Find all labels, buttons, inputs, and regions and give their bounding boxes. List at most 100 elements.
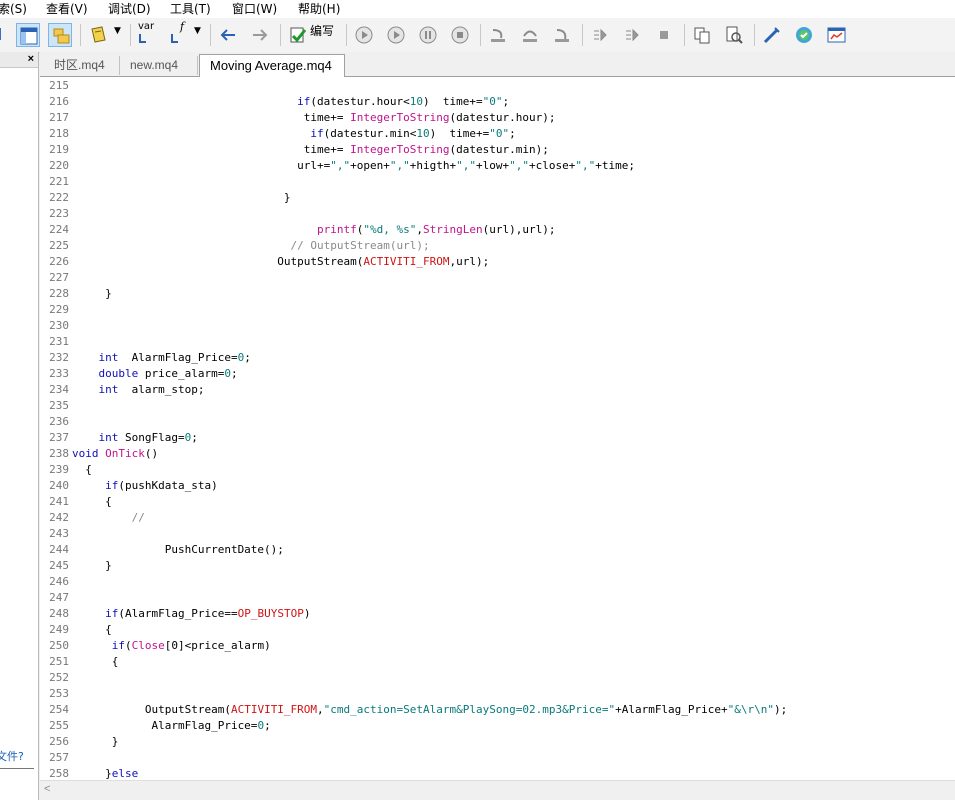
- code-line[interactable]: 257: [40, 750, 955, 766]
- forward-arrow-icon[interactable]: [248, 23, 272, 47]
- code-line[interactable]: 215: [40, 78, 955, 94]
- code-line[interactable]: 238 void OnTick(): [40, 446, 955, 462]
- menu-view[interactable]: 查看(V): [46, 1, 88, 17]
- tab-new[interactable]: new.mq4: [120, 56, 198, 75]
- step-over-icon[interactable]: [518, 23, 542, 47]
- menu-search[interactable]: 索(S): [0, 1, 27, 17]
- code-line[interactable]: 239 {: [40, 462, 955, 478]
- code-line[interactable]: 228 }: [40, 286, 955, 302]
- code-line[interactable]: 237 int SongFlag=0;: [40, 430, 955, 446]
- debug-stop-icon[interactable]: [448, 23, 472, 47]
- code-line[interactable]: 253: [40, 686, 955, 702]
- close-icon[interactable]: ×: [28, 52, 34, 66]
- code-line[interactable]: 236: [40, 414, 955, 430]
- code-line[interactable]: 249 {: [40, 622, 955, 638]
- code-line[interactable]: 255 AlarmFlag_Price=0;: [40, 718, 955, 734]
- copy-icon[interactable]: [690, 23, 714, 47]
- partial-icon[interactable]: [0, 23, 4, 47]
- compile-button-label[interactable]: 编写: [310, 24, 334, 38]
- dropdown-arrow-icon[interactable]: ▼: [114, 24, 121, 38]
- code-line[interactable]: 246: [40, 574, 955, 590]
- code-line[interactable]: 218 if(datestur.min<10) time+="0";: [40, 126, 955, 142]
- code-line[interactable]: 243: [40, 526, 955, 542]
- menu-tools[interactable]: 工具(T): [170, 1, 211, 17]
- insert-variable-icon[interactable]: var: [134, 21, 158, 47]
- tab-timezone[interactable]: 时区.mq4: [44, 56, 120, 75]
- toolbox-toggle-icon[interactable]: [48, 23, 72, 47]
- code-line[interactable]: 258 }else: [40, 766, 955, 780]
- function-dropdown-arrow-icon[interactable]: ▼: [194, 24, 201, 38]
- code-line[interactable]: 227: [40, 270, 955, 286]
- code-line[interactable]: 247: [40, 590, 955, 606]
- code-line[interactable]: 251 {: [40, 654, 955, 670]
- shield-check-icon[interactable]: [792, 23, 816, 47]
- scroll-left-icon[interactable]: <: [44, 781, 50, 797]
- code-token: url+=: [72, 159, 331, 172]
- code-token: int: [98, 431, 119, 444]
- profile-stop-icon[interactable]: [652, 23, 676, 47]
- code-line[interactable]: 248 if(AlarmFlag_Price==OP_BUYSTOP): [40, 606, 955, 622]
- code-line[interactable]: 244 PushCurrentDate();: [40, 542, 955, 558]
- code-line[interactable]: 221: [40, 174, 955, 190]
- code-token: }: [72, 191, 291, 204]
- compile-icon[interactable]: [286, 23, 310, 47]
- menu-help[interactable]: 帮助(H): [298, 1, 340, 17]
- debug-start-real-icon[interactable]: [352, 23, 376, 47]
- code-line[interactable]: 232 int AlarmFlag_Price=0;: [40, 350, 955, 366]
- code-line[interactable]: 216 if(datestur.hour<10) time+="0";: [40, 94, 955, 110]
- navigator-toggle-icon[interactable]: [16, 23, 40, 47]
- code-line[interactable]: 224 printf("%d, %s",StringLen(url),url);: [40, 222, 955, 238]
- insert-function-icon[interactable]: f: [166, 20, 190, 47]
- back-arrow-icon[interactable]: [216, 23, 240, 47]
- code-line[interactable]: 230: [40, 318, 955, 334]
- code-line[interactable]: 240 if(pushKdata_sta): [40, 478, 955, 494]
- code-line[interactable]: 219 time+= IntegerToString(datestur.min)…: [40, 142, 955, 158]
- step-out-icon[interactable]: [550, 23, 574, 47]
- code-line[interactable]: 254 OutputStream(ACTIVITI_FROM,"cmd_acti…: [40, 702, 955, 718]
- code-line[interactable]: 225 // OutputStream(url);: [40, 238, 955, 254]
- code-line[interactable]: 241 {: [40, 494, 955, 510]
- debug-pause-icon[interactable]: [416, 23, 440, 47]
- code-line[interactable]: 222 }: [40, 190, 955, 206]
- line-number: 237: [49, 431, 69, 444]
- line-number: 248: [49, 607, 69, 620]
- debug-start-history-icon[interactable]: [384, 23, 408, 47]
- code-line[interactable]: 250 if(Close[0]<price_alarm): [40, 638, 955, 654]
- navigator-bottom-link[interactable]: 文件?: [0, 748, 24, 764]
- menu-window[interactable]: 窗口(W): [232, 1, 277, 17]
- code-line[interactable]: 242 //: [40, 510, 955, 526]
- code-line[interactable]: 220 url+=","+open+","+higth+","+low+","+…: [40, 158, 955, 174]
- code-line[interactable]: 229: [40, 302, 955, 318]
- search-document-icon[interactable]: [722, 23, 746, 47]
- code-line[interactable]: 231: [40, 334, 955, 350]
- code-line[interactable]: 217 time+= IntegerToString(datestur.hour…: [40, 110, 955, 126]
- step-into-icon[interactable]: [486, 23, 510, 47]
- code-line[interactable]: 226 OutputStream(ACTIVITI_FROM,url);: [40, 254, 955, 270]
- code-text: int SongFlag=0;: [72, 430, 198, 446]
- code-line[interactable]: 234 int alarm_stop;: [40, 382, 955, 398]
- profile-start-icon[interactable]: [588, 23, 612, 47]
- terminal-window-icon[interactable]: [824, 23, 848, 47]
- menu-debug[interactable]: 调试(D): [108, 1, 151, 17]
- menu-bar: 索(S) 查看(V) 调试(D) 工具(T) 窗口(W) 帮助(H): [0, 0, 955, 18]
- code-text: if(datestur.hour<10) time+="0";: [72, 94, 509, 110]
- new-file-icon[interactable]: [86, 23, 110, 47]
- code-token: IntegerToString: [350, 111, 450, 124]
- code-token: {: [72, 495, 112, 508]
- tab-moving-average[interactable]: Moving Average.mq4: [199, 54, 345, 77]
- code-token: ;: [502, 95, 510, 108]
- code-line[interactable]: 223: [40, 206, 955, 222]
- code-brush-icon[interactable]: [760, 23, 784, 47]
- code-editor[interactable]: 215 216 if(datestur.hour<10) time+="0"; 21…: [40, 77, 955, 780]
- code-line[interactable]: 233 double price_alarm=0;: [40, 366, 955, 382]
- code-line[interactable]: 245 }: [40, 558, 955, 574]
- code-line[interactable]: 235: [40, 398, 955, 414]
- horizontal-scrollbar[interactable]: <: [40, 780, 955, 797]
- code-token: ,: [317, 703, 324, 716]
- code-line[interactable]: 252: [40, 670, 955, 686]
- code-line[interactable]: 256 }: [40, 734, 955, 750]
- line-number: 229: [49, 303, 69, 316]
- line-number: 243: [49, 527, 69, 540]
- profile-real-icon[interactable]: [620, 23, 644, 47]
